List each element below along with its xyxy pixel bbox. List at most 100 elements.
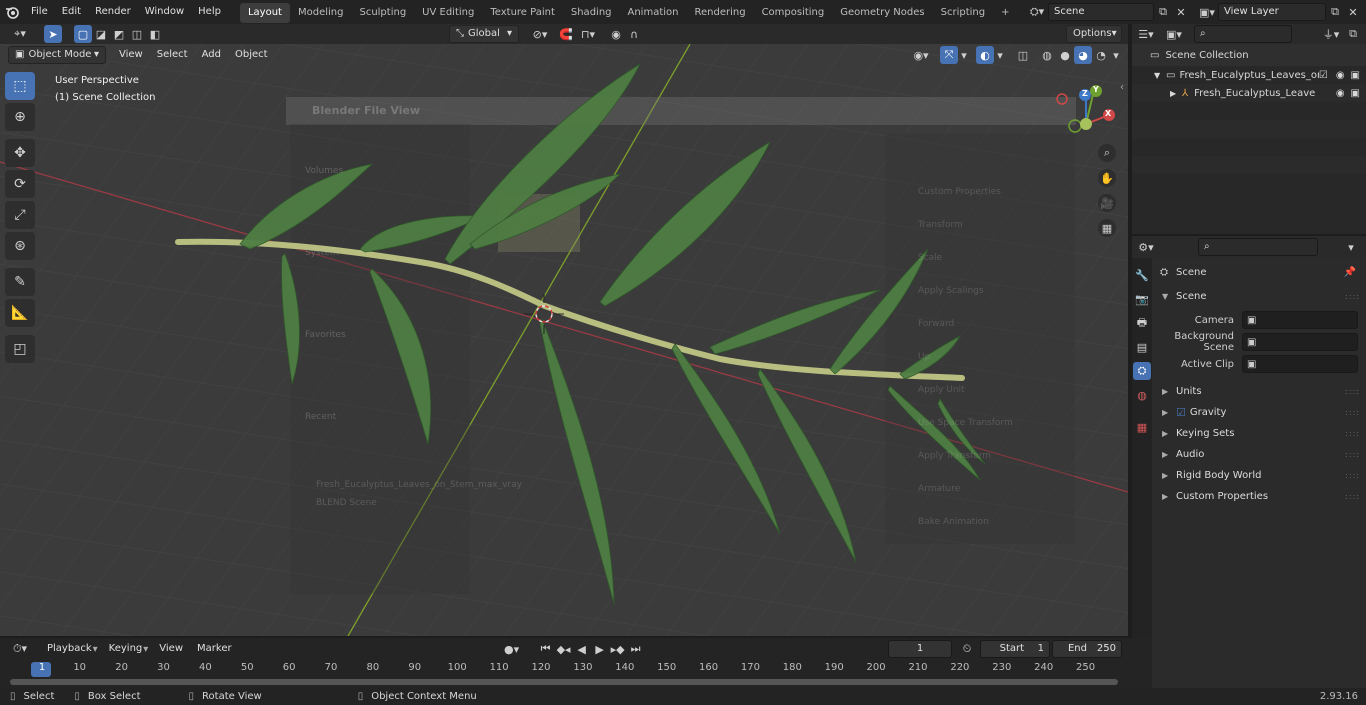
viewport-menu-select[interactable]: Select bbox=[150, 44, 195, 66]
prop-value-box[interactable]: ▣ bbox=[1242, 333, 1358, 351]
blender-logo-icon[interactable] bbox=[0, 0, 24, 24]
view-layer-field[interactable]: View Layer bbox=[1218, 3, 1326, 21]
shading-dropdown-icon[interactable]: ▾ bbox=[1110, 46, 1122, 64]
view-layer-selector[interactable]: ▣▾ View Layer ⧉ ✕ bbox=[1196, 3, 1362, 21]
zoom-icon[interactable]: ⌕ bbox=[1098, 144, 1116, 162]
timeline[interactable]: ⏱▾ Playback ▾ Keying ▾ View Marker ●▾ ⏮ ◆◂ … bbox=[0, 638, 1128, 688]
pin-icon[interactable]: 📌 bbox=[1344, 267, 1356, 278]
texture-tab-icon[interactable]: ▦ bbox=[1133, 418, 1151, 436]
jump-keyframe-back-icon[interactable]: ◆◂ bbox=[555, 640, 573, 658]
pan-hand-icon[interactable]: ✋ bbox=[1098, 169, 1116, 187]
current-frame-field[interactable]: 1 bbox=[888, 640, 952, 658]
rendered-shading-icon[interactable]: ◔ bbox=[1092, 46, 1110, 64]
play-reverse-icon[interactable]: ◀ bbox=[573, 640, 591, 658]
tab-sculpting[interactable]: Sculpting bbox=[351, 3, 414, 23]
proportional-edit-icon[interactable]: ◉ bbox=[607, 25, 625, 43]
scene-name-field[interactable]: Scene bbox=[1048, 3, 1154, 21]
view-layer-tab-icon[interactable]: ▤ bbox=[1133, 338, 1151, 356]
camera-icon[interactable]: ▣ bbox=[1351, 70, 1360, 81]
tab-shading[interactable]: Shading bbox=[563, 3, 620, 23]
end-frame-field[interactable]: End 250 bbox=[1052, 640, 1122, 658]
timeline-menu-keying[interactable]: Keying bbox=[102, 637, 150, 661]
outliner-collection-row[interactable]: ▼ ▭ Fresh_Eucalyptus_Leaves_on ☑ ◉ ▣ bbox=[1132, 66, 1366, 84]
add-workspace-button[interactable]: + bbox=[993, 3, 1017, 23]
delete-view-layer-icon[interactable]: ✕ bbox=[1344, 3, 1362, 21]
panel-custom-properties[interactable]: ▶ Custom Properties:::: bbox=[1152, 486, 1366, 507]
sidebar-toggle-icon[interactable]: ‹ bbox=[1120, 82, 1124, 93]
navigation-gizmo[interactable]: X Y Z bbox=[1052, 80, 1122, 146]
world-tab-icon[interactable]: ◍ bbox=[1133, 386, 1151, 404]
expand-arrow-icon[interactable]: ▼ bbox=[1154, 71, 1166, 80]
viewport-menu-object[interactable]: Object bbox=[228, 44, 275, 66]
cursor-tool-icon[interactable]: ⊕ bbox=[5, 103, 35, 131]
transform-tool-icon[interactable]: ⊛ bbox=[5, 232, 35, 260]
options-dropdown[interactable]: Options ▾ bbox=[1066, 25, 1122, 43]
frame-ruler[interactable]: 1 10 20 30 40 50 60 70 80 90 100 110 120 130 140 150 160… bbox=[0, 662, 1128, 678]
panel-keying-sets[interactable]: ▶ Keying Sets:::: bbox=[1152, 423, 1366, 444]
pivot-icon[interactable]: ⊘▾ bbox=[527, 25, 553, 43]
camera-view-icon[interactable]: 🎥 bbox=[1098, 194, 1116, 212]
properties-editor-icon[interactable]: ⚙▾ bbox=[1132, 238, 1160, 256]
eye-icon[interactable]: ◉ bbox=[1336, 88, 1345, 99]
measure-tool-icon[interactable]: 📐 bbox=[5, 299, 35, 327]
eye-icon[interactable]: ◉ bbox=[1336, 70, 1345, 81]
panel-rigid-body-world[interactable]: ▶ Rigid Body World:::: bbox=[1152, 465, 1366, 486]
scale-tool-icon[interactable]: ⤢ bbox=[5, 201, 35, 229]
gizmo-dropdown-icon[interactable]: ▾ bbox=[958, 46, 970, 64]
timeline-scrollbar[interactable] bbox=[10, 679, 1118, 685]
tab-compositing[interactable]: Compositing bbox=[754, 3, 833, 23]
solid-shading-icon[interactable]: ● bbox=[1056, 46, 1074, 64]
play-icon[interactable]: ▶ bbox=[591, 640, 609, 658]
new-view-layer-icon[interactable]: ⧉ bbox=[1326, 3, 1344, 21]
new-scene-icon[interactable]: ⧉ bbox=[1154, 3, 1172, 21]
menu-window[interactable]: Window bbox=[138, 0, 191, 24]
start-frame-field[interactable]: Start 1 bbox=[980, 640, 1050, 658]
select-new-icon[interactable]: ▢ bbox=[74, 25, 92, 43]
timeline-editor-icon[interactable]: ⏱▾ bbox=[6, 640, 34, 658]
ortho-grid-icon[interactable]: ▦ bbox=[1098, 219, 1116, 237]
move-tool-icon[interactable]: ✥ bbox=[5, 139, 35, 167]
timeline-menu-marker[interactable]: Marker bbox=[190, 637, 239, 661]
render-tab-icon[interactable]: 📷 bbox=[1133, 290, 1151, 308]
menu-edit[interactable]: Edit bbox=[55, 0, 88, 24]
new-collection-icon[interactable]: ⧉ bbox=[1344, 25, 1362, 43]
overlays-toggle-icon[interactable]: ◐ bbox=[976, 46, 994, 64]
camera-icon[interactable]: ▣ bbox=[1351, 88, 1360, 99]
outliner-editor-icon[interactable]: ☰▾ bbox=[1132, 25, 1160, 43]
properties-options-icon[interactable]: ▾ bbox=[1342, 238, 1360, 256]
viewport-menu-add[interactable]: Add bbox=[195, 44, 228, 66]
tab-animation[interactable]: Animation bbox=[620, 3, 687, 23]
jump-start-icon[interactable]: ⏮ bbox=[537, 640, 555, 658]
tab-scripting[interactable]: Scripting bbox=[933, 3, 993, 23]
prop-value-box[interactable]: ▣ bbox=[1242, 311, 1358, 329]
panel-units[interactable]: ▶ Units:::: bbox=[1152, 381, 1366, 402]
snap-toggle-icon[interactable]: 🧲 bbox=[557, 25, 575, 43]
display-mode-icon[interactable]: ▣▾ bbox=[1160, 25, 1188, 43]
properties-search-input[interactable]: ⌕ bbox=[1198, 238, 1318, 256]
menu-render[interactable]: Render bbox=[88, 0, 138, 24]
3d-viewport[interactable]: ▣ Object Mode ▾ View Select Add Object ◉▾ ⤧ … bbox=[0, 44, 1128, 636]
tab-modeling[interactable]: Modeling bbox=[290, 3, 352, 23]
scene-selector[interactable]: ⛭▾ Scene ⧉ ✕ bbox=[1026, 3, 1190, 21]
menu-file[interactable]: File bbox=[24, 0, 55, 24]
clock-icon[interactable]: ⏲ bbox=[958, 640, 976, 658]
add-cube-tool-icon[interactable]: ◰ bbox=[5, 335, 35, 363]
expand-arrow-icon[interactable]: ▶ bbox=[1170, 89, 1182, 98]
record-icon[interactable]: ●▾ bbox=[499, 640, 525, 658]
tab-texture-paint[interactable]: Texture Paint bbox=[482, 3, 563, 23]
outliner-search-input[interactable]: ⌕ bbox=[1194, 25, 1292, 43]
tab-rendering[interactable]: Rendering bbox=[686, 3, 753, 23]
filter-icon[interactable]: ⏚▾ bbox=[1318, 25, 1344, 43]
overlays-dropdown-icon[interactable]: ▾ bbox=[994, 46, 1006, 64]
select-intersect-icon[interactable]: ◧ bbox=[146, 25, 164, 43]
transform-orientation-dropdown[interactable]: ⤡ Global ▾ bbox=[449, 25, 519, 43]
xray-icon[interactable]: ◫ bbox=[1014, 46, 1032, 64]
wireframe-shading-icon[interactable]: ◍ bbox=[1038, 46, 1056, 64]
rotate-tool-icon[interactable]: ⟳ bbox=[5, 170, 35, 198]
outliner-scene-collection[interactable]: ▭ Scene Collection bbox=[1132, 44, 1366, 66]
tab-geometry-nodes[interactable]: Geometry Nodes bbox=[832, 3, 932, 23]
scene-panel-header[interactable]: ▼ Scene :::: bbox=[1152, 286, 1366, 307]
output-tab-icon[interactable]: 🖶 bbox=[1133, 314, 1151, 332]
jump-keyframe-forward-icon[interactable]: ▸◆ bbox=[609, 640, 627, 658]
gravity-checkbox[interactable]: ☑ bbox=[1176, 406, 1186, 419]
